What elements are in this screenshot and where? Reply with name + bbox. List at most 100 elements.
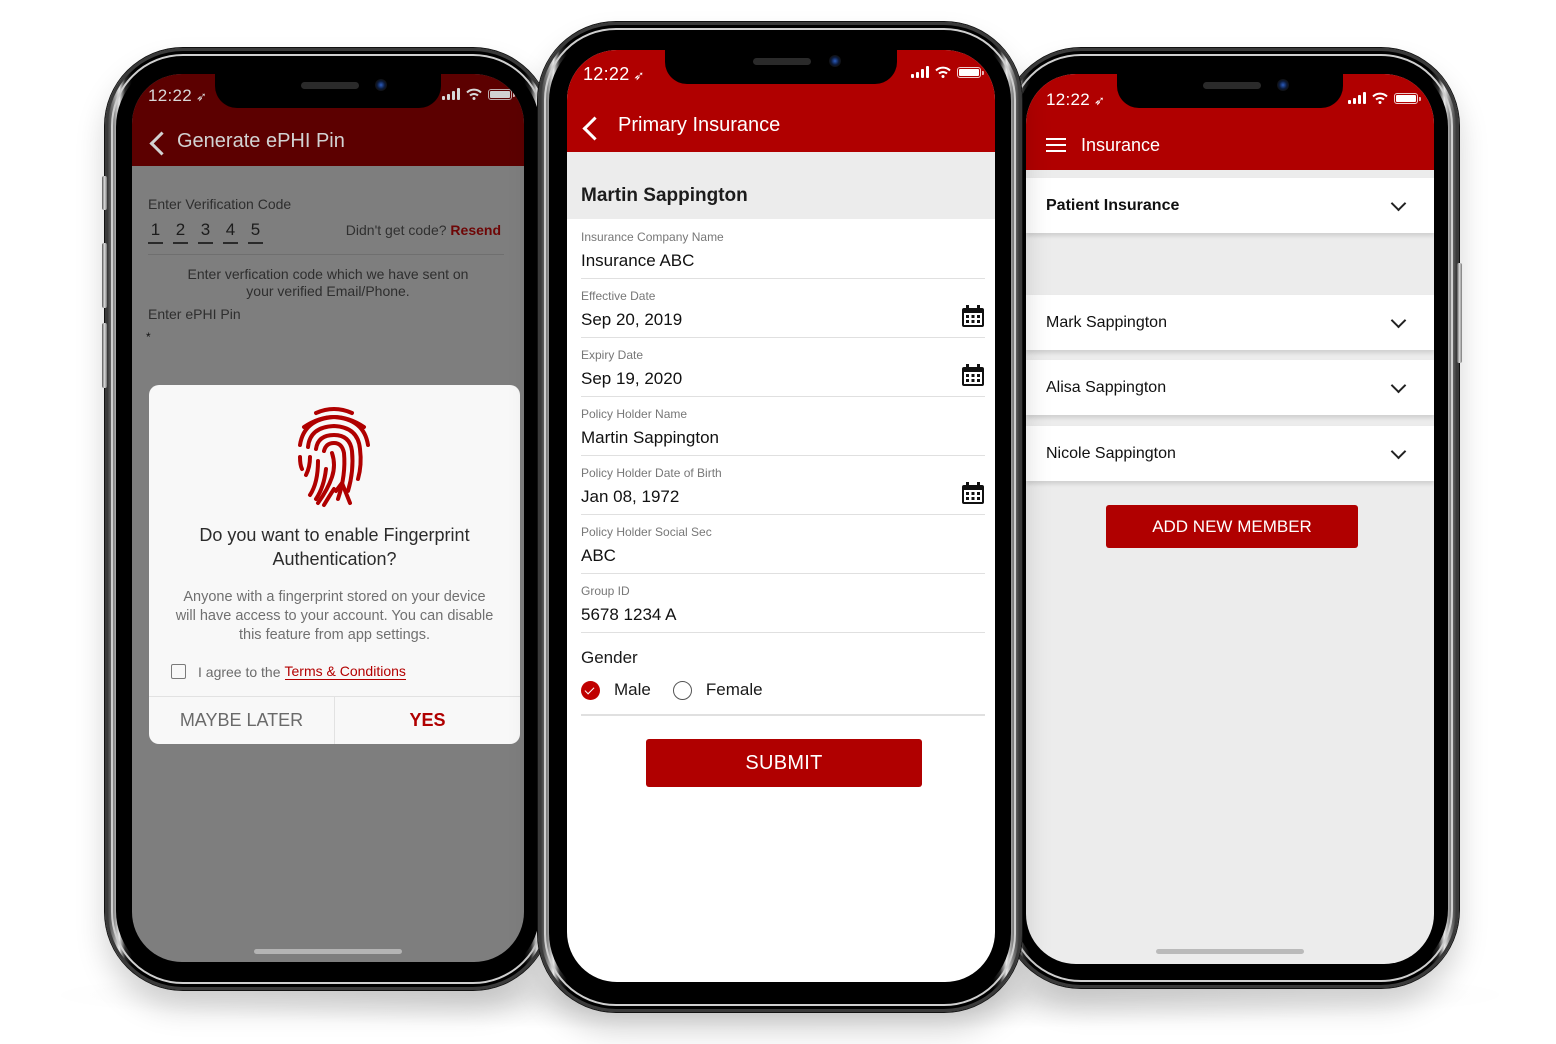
resend-prompt: Didn't get code? bbox=[345, 222, 447, 238]
phone-ephi-pin: Generate ePHI Pin 12:22 ➶ Enter Verificat… bbox=[102, 48, 551, 990]
patient-insurance-accordion[interactable]: Patient Insurance bbox=[1026, 178, 1434, 233]
resend-line: Didn't get code? Resend bbox=[346, 222, 501, 238]
expiry-date-field[interactable]: Expiry Date Sep 19, 2020 bbox=[581, 337, 985, 397]
battery-icon bbox=[488, 89, 515, 100]
location-arrow-icon: ➶ bbox=[196, 89, 208, 104]
submit-button[interactable]: SUBMIT bbox=[646, 739, 922, 787]
notch bbox=[1117, 74, 1343, 108]
radio-label-male[interactable]: Male bbox=[614, 680, 651, 700]
field-label: Policy Holder Date of Birth bbox=[581, 466, 722, 480]
terms-checkbox[interactable] bbox=[171, 664, 186, 679]
otp-digit[interactable]: 2 bbox=[173, 220, 188, 244]
dialog-message-line: Anyone with a fingerprint stored on your… bbox=[183, 589, 486, 605]
hint-line: Enter verfication code which we have sen… bbox=[187, 266, 469, 282]
battery-icon bbox=[1394, 93, 1421, 104]
status-time: 12:22 ➶ bbox=[148, 86, 208, 105]
ephi-pin-label: Enter ePHI Pin bbox=[148, 306, 241, 322]
dialog-message-line: this feature from app settings. bbox=[238, 627, 430, 643]
battery-icon bbox=[957, 67, 984, 78]
wifi-icon bbox=[1372, 92, 1388, 104]
member-name: Alisa Sappington bbox=[1046, 379, 1167, 396]
chevron-left-icon[interactable] bbox=[582, 116, 607, 141]
field-label: Policy Holder Social Sec bbox=[581, 525, 712, 539]
otp-input[interactable]: 1 2 3 4 5 bbox=[148, 220, 263, 244]
gender-radio-group: Male Female bbox=[581, 680, 763, 700]
notch bbox=[665, 50, 897, 84]
hamburger-menu-icon[interactable] bbox=[1046, 138, 1066, 153]
fingerprint-dialog: Do you want to enable Fingerprint Authen… bbox=[149, 385, 520, 744]
gender-label: Gender bbox=[581, 648, 638, 667]
calendar-icon[interactable] bbox=[961, 304, 985, 328]
policy-holder-ssn-field[interactable]: Policy Holder Social Sec ABC bbox=[581, 514, 985, 574]
field-value[interactable]: Martin Sappington bbox=[581, 428, 719, 448]
field-value[interactable]: Jan 08, 1972 bbox=[581, 487, 679, 507]
wifi-icon bbox=[466, 88, 482, 100]
field-label: Insurance Company Name bbox=[581, 230, 724, 244]
power-button bbox=[1457, 263, 1462, 363]
dialog-title: Do you want to enable Fingerprint Authen… bbox=[159, 523, 510, 571]
hint-line: your verified Email/Phone. bbox=[246, 283, 410, 299]
field-value[interactable]: 5678 1234 A bbox=[581, 605, 676, 625]
page-title: Generate ePHI Pin bbox=[177, 130, 345, 152]
family-member-item[interactable]: Alisa Sappington bbox=[1026, 360, 1434, 415]
male-radio[interactable] bbox=[581, 680, 600, 700]
insurance-company-field[interactable]: Insurance Company Name Insurance ABC bbox=[581, 219, 985, 279]
otp-digit[interactable]: 5 bbox=[248, 220, 263, 244]
dialog-title-line: Authentication? bbox=[272, 549, 397, 569]
group-id-field[interactable]: Group ID 5678 1234 A bbox=[581, 573, 985, 633]
add-new-member-button[interactable]: ADD NEW MEMBER bbox=[1106, 505, 1358, 548]
member-name: Martin Sappington bbox=[581, 185, 748, 206]
divider bbox=[148, 254, 504, 255]
home-indicator[interactable] bbox=[1156, 949, 1304, 954]
screen: Primary Insurance 12:22 ➶ Martin Sappingt… bbox=[567, 50, 995, 982]
family-member-item[interactable]: Nicole Sappington bbox=[1026, 426, 1434, 481]
location-arrow-icon: ➶ bbox=[633, 68, 645, 83]
dialog-message: Anyone with a fingerprint stored on your… bbox=[165, 588, 504, 645]
mute-switch bbox=[102, 176, 107, 210]
page-title: Primary Insurance bbox=[618, 114, 781, 136]
otp-digit[interactable]: 1 bbox=[148, 220, 163, 244]
field-label: Effective Date bbox=[581, 289, 656, 303]
field-value[interactable]: ABC bbox=[581, 546, 616, 566]
family-member-item[interactable]: Mark Sappington bbox=[1026, 295, 1434, 350]
home-indicator[interactable] bbox=[254, 949, 402, 954]
calendar-icon[interactable] bbox=[961, 481, 985, 505]
female-radio[interactable] bbox=[672, 680, 692, 700]
field-value[interactable]: Sep 19, 2020 bbox=[581, 369, 682, 389]
field-value[interactable]: Sep 20, 2019 bbox=[581, 310, 682, 330]
signal-icon bbox=[911, 66, 929, 78]
phone-insurance-list: Insurance 12:22➶ Patient Insurance Famil… bbox=[1003, 48, 1462, 988]
resend-link[interactable]: Resend bbox=[450, 222, 501, 238]
chevron-down-icon[interactable] bbox=[1390, 377, 1407, 394]
terms-link[interactable]: Terms & Conditions bbox=[284, 663, 406, 680]
field-label: Group ID bbox=[581, 584, 630, 598]
radio-label-female[interactable]: Female bbox=[706, 680, 763, 700]
wifi-icon bbox=[935, 66, 951, 78]
field-value[interactable]: Insurance ABC bbox=[581, 251, 694, 271]
ephi-pin-input[interactable]: * bbox=[146, 330, 151, 344]
chevron-down-icon[interactable] bbox=[1390, 443, 1407, 460]
effective-date-field[interactable]: Effective Date Sep 20, 2019 bbox=[581, 278, 985, 338]
policy-holder-dob-field[interactable]: Policy Holder Date of Birth Jan 08, 1972 bbox=[581, 455, 985, 515]
dialog-actions: MAYBE LATER YES bbox=[149, 696, 520, 744]
calendar-icon[interactable] bbox=[961, 363, 985, 387]
notch bbox=[215, 74, 441, 108]
fingerprint-icon bbox=[298, 407, 370, 507]
chevron-down-icon[interactable] bbox=[1390, 312, 1407, 329]
chevron-down-icon[interactable] bbox=[1390, 195, 1407, 212]
otp-digit[interactable]: 3 bbox=[198, 220, 213, 244]
otp-digit[interactable]: 4 bbox=[223, 220, 238, 244]
dialog-message-line: will have access to your account. You ca… bbox=[175, 608, 494, 624]
signal-icon bbox=[442, 88, 460, 100]
verification-hint: Enter verfication code which we have sen… bbox=[132, 266, 524, 300]
status-time: 12:22 ➶ bbox=[583, 64, 645, 84]
maybe-later-button[interactable]: MAYBE LATER bbox=[149, 697, 335, 744]
phone-primary-insurance: Primary Insurance 12:22 ➶ Martin Sappingt… bbox=[538, 22, 1022, 1012]
member-name: Mark Sappington bbox=[1046, 314, 1167, 331]
chevron-left-icon[interactable] bbox=[149, 131, 174, 156]
dialog-title-line: Do you want to enable Fingerprint bbox=[199, 525, 470, 545]
screen: Insurance 12:22➶ Patient Insurance Famil… bbox=[1026, 74, 1434, 964]
yes-button[interactable]: YES bbox=[335, 697, 520, 744]
policy-holder-name-field[interactable]: Policy Holder Name Martin Sappington bbox=[581, 396, 985, 456]
field-label: Policy Holder Name bbox=[581, 407, 688, 421]
